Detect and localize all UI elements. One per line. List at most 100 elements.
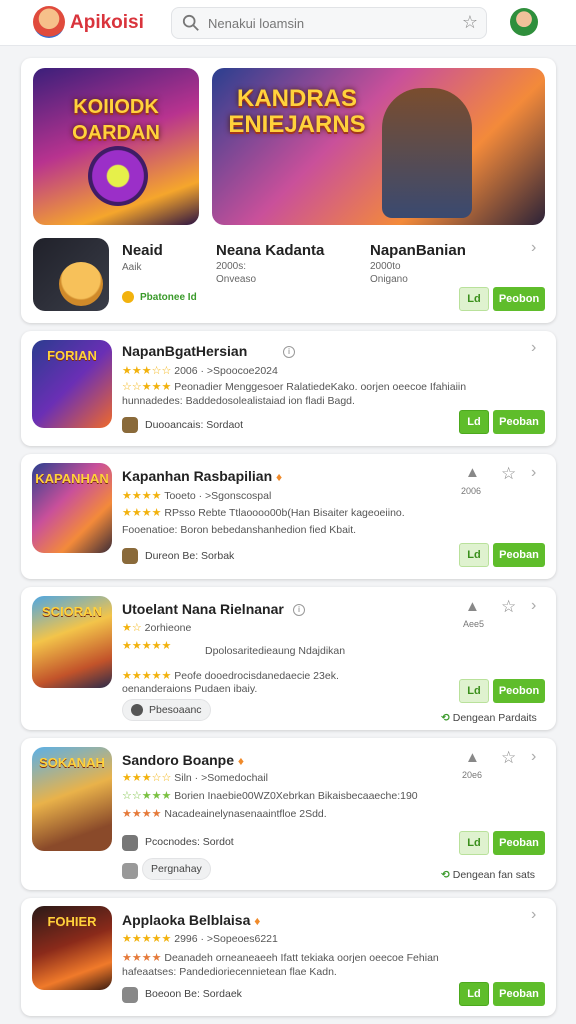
app-desc-1: ★★★★ RPsso Rebte Ttlaoooo00b(Han Bisaite… — [122, 507, 405, 519]
app-title[interactable]: Sandoro Boanpe ♦ — [122, 752, 244, 768]
search-input[interactable]: Nenakui loamsin — [208, 16, 304, 31]
app-icon[interactable]: KAPANHAN — [32, 463, 112, 553]
app-meta: ★★★★★ 2996 · >Sopeoes6221 — [122, 933, 278, 945]
app-title[interactable]: NapanBgatHersian — [122, 343, 247, 359]
list-item[interactable]: SCIORAN Utoelant Nana Rielnanar i ★☆ 2or… — [21, 587, 556, 730]
app-logo-icon[interactable] — [33, 6, 65, 38]
brand-name[interactable]: Apikoisi — [70, 12, 144, 34]
search-icon — [182, 14, 199, 31]
chevron-right-icon[interactable]: › — [531, 748, 536, 766]
list-item[interactable]: KAPANHAN Kapanhan Rasbapilian ♦ ★★★★ Too… — [21, 454, 556, 579]
info-icon[interactable]: i — [293, 604, 305, 616]
star-icon[interactable]: ☆ — [462, 12, 478, 33]
small-action-button[interactable]: Ld — [459, 679, 489, 703]
featured-rating-label: Pbatonee Id — [140, 292, 197, 303]
install-button[interactable]: Peoban — [493, 982, 545, 1006]
banner-title-1: KOIIODK OARDAN — [72, 96, 160, 144]
app-desc-2: hafeaatses: Pandedioriecennietean flae K… — [122, 966, 337, 978]
app-icon[interactable]: FORIAN — [32, 340, 112, 428]
app-icon-text: KAPANHAN — [35, 471, 109, 486]
chevron-right-icon[interactable]: › — [531, 464, 536, 482]
thumbs-up-icon[interactable]: ▲ — [465, 598, 480, 615]
app-icon-text: FORIAN — [47, 348, 97, 363]
app-icon-text: SCIORAN — [42, 604, 102, 619]
developer-icon — [122, 835, 138, 851]
developer-name: Pcocnodes: Sordot — [145, 836, 234, 848]
app-icon-text: FOHIER — [47, 914, 97, 929]
link-icon: ⟲ — [441, 712, 450, 724]
app-desc-1: ☆☆★★★ Peonadier Menggesoer RalatiedeKako… — [122, 381, 467, 393]
list-item[interactable]: SOKANAH Sandoro Boanpe ♦ ★★★☆☆ Siln · >S… — [21, 738, 556, 890]
developer-name: Dureon Be: Sorbak — [145, 550, 235, 562]
featured-app-sub-1: Aaik — [122, 262, 142, 273]
featured-app-icon[interactable] — [33, 238, 109, 311]
tag-pill[interactable]: Pergnahay — [142, 858, 211, 880]
link-icon: ⟲ — [441, 869, 450, 881]
search-bar[interactable]: Nenakui loamsin ☆ — [171, 7, 487, 39]
app-desc-1: Dpolosaritedieaung Ndajdikan — [205, 645, 346, 657]
app-title[interactable]: Applaoka Belblaisa ♦ — [122, 912, 260, 928]
banner-image-2[interactable]: KANDRAS ENIEJARNS — [212, 68, 545, 225]
featured-app-name-1[interactable]: Neaid — [122, 242, 163, 259]
banner-hero — [382, 88, 472, 218]
featured-app-sub-3b: Onigano — [370, 274, 408, 285]
chevron-right-icon[interactable]: › — [531, 906, 536, 924]
list-item[interactable]: FORIAN NapanBgatHersian i ★★★☆☆ 2006 · >… — [21, 331, 556, 446]
app-desc-2: ★★★★ Nacadeainelynasenaaintfloe 2Sdd. — [122, 808, 327, 820]
list-item[interactable]: FOHIER Applaoka Belblaisa ♦ ★★★★★ 2996 ·… — [21, 898, 556, 1016]
star-icon[interactable]: ☆ — [501, 464, 516, 484]
app-icon[interactable]: FOHIER — [32, 906, 112, 990]
chevron-right-icon[interactable]: › — [531, 239, 536, 257]
install-button[interactable]: Peoban — [493, 831, 545, 855]
install-button[interactable]: Peobon — [493, 679, 545, 703]
app-meta: ★★★☆☆ 2006 · >Spoocoe2024 — [122, 365, 278, 377]
banner-image-1[interactable]: KOIIODK OARDAN — [33, 68, 199, 225]
app-desc-2: hunnadedes: Baddedosolealistaiad ion fla… — [122, 395, 355, 407]
app-desc-2: ★★★★★ Peofe dooedrocisdanedaecie 23ek. — [122, 670, 339, 682]
developer-link[interactable]: ⟲ Dengean Pardaits — [441, 712, 537, 724]
developer-pill[interactable]: Pbesoaanc — [122, 699, 211, 721]
app-icon[interactable]: SOKANAH — [32, 747, 112, 851]
banner-title-2: KANDRAS ENIEJARNS — [228, 85, 366, 138]
app-meta: ★★★☆☆ Siln · >Somedochail — [122, 772, 268, 784]
developer-icon — [122, 417, 138, 433]
app-meta: ★★★★ Tooeto · >Sgonscospal — [122, 490, 272, 502]
chevron-right-icon[interactable]: › — [531, 339, 536, 357]
install-button[interactable]: Peoban — [493, 410, 545, 434]
thumbs-up-icon[interactable]: ▲ — [465, 749, 480, 766]
developer-name: Duooancais: Sordaot — [145, 419, 244, 431]
app-title[interactable]: Kapanhan Rasbapilian ♦ — [122, 468, 282, 484]
small-action-button[interactable]: Ld — [459, 410, 489, 434]
info-icon[interactable]: i — [283, 346, 295, 358]
featured-install-button[interactable]: Peobon — [493, 287, 545, 311]
small-action-button[interactable]: Ld — [459, 982, 489, 1006]
app-title[interactable]: Utoelant Nana Rielnanar — [122, 601, 284, 617]
small-action-button[interactable]: Ld — [459, 543, 489, 567]
app-icon[interactable]: SCIORAN — [32, 596, 112, 688]
like-count: 2006 — [461, 486, 482, 496]
chevron-right-icon[interactable]: › — [531, 597, 536, 615]
developer-icon — [131, 704, 143, 717]
star-icon[interactable]: ☆ — [501, 597, 516, 617]
featured-app-name-2[interactable]: Neana Kadanta — [216, 242, 324, 259]
small-action-button[interactable]: Ld — [459, 831, 489, 855]
app-icon-text: SOKANAH — [39, 755, 105, 770]
featured-app-sub-2b: Onveaso — [216, 274, 257, 285]
featured-small-button[interactable]: Ld — [459, 287, 489, 311]
featured-app-sub-3a: 2000to — [370, 261, 401, 272]
developer-link[interactable]: ⟲ Dengean fan sats — [441, 869, 535, 881]
like-count: Aee5 — [463, 619, 485, 629]
banner-art-1 — [88, 146, 148, 206]
avatar[interactable] — [510, 8, 538, 36]
featured-app-sub-2a: 2000s: — [216, 261, 247, 272]
app-desc-3: oenanderaions Pudaen ibaiy. — [122, 683, 258, 695]
app-rating-stars: ★★★★★ — [122, 640, 172, 652]
app-desc-1: ☆☆★★★ Borien Inaebie00WZ0Xebrkan Bikaisb… — [122, 790, 418, 802]
install-button[interactable]: Peoban — [493, 543, 545, 567]
mascot-icon — [59, 262, 103, 306]
like-count: 20e6 — [462, 770, 483, 780]
thumbs-up-icon[interactable]: ▲ — [465, 464, 480, 481]
featured-app-name-3[interactable]: NapanBanian — [370, 242, 466, 259]
star-icon[interactable]: ☆ — [501, 748, 516, 768]
developer-name: Boeoon Be: Sordaek — [145, 988, 242, 1000]
